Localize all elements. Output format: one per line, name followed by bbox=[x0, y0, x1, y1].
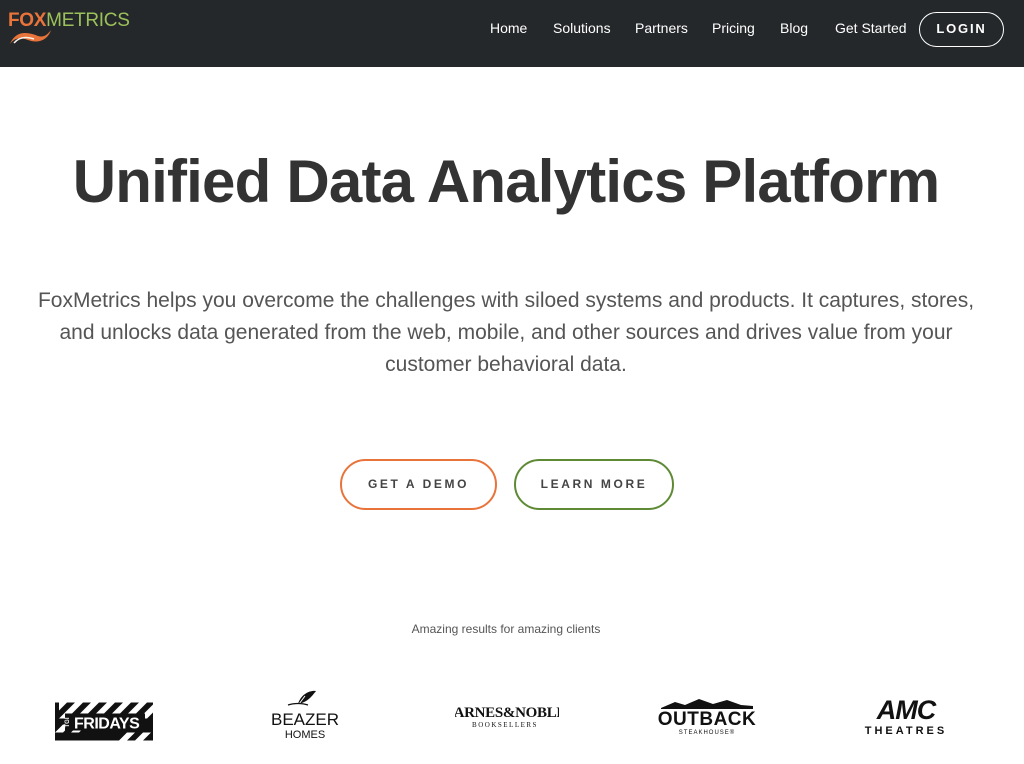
amc-sub-text: THEATRES bbox=[865, 725, 947, 737]
nav-solutions-link[interactable]: Solutions bbox=[553, 20, 611, 37]
beazer-sub-text: HOMES bbox=[285, 729, 325, 741]
fridays-name-text: FRIDAYS bbox=[74, 716, 140, 733]
barnes-sub-text: BOOKSELLERS bbox=[472, 721, 538, 729]
hero-title: Unified Data Analytics Platform bbox=[72, 148, 940, 215]
client-logo-amc-theatres: AMC THEATRES bbox=[865, 695, 947, 737]
client-logo-beazer-homes: BEAZER HOMES bbox=[271, 690, 339, 741]
fridays-small-text: TGI bbox=[65, 717, 71, 727]
nav-partners-link[interactable]: Partners bbox=[635, 20, 688, 37]
amc-name-text: AMC bbox=[876, 695, 937, 725]
nav-home-link[interactable]: Home bbox=[490, 20, 527, 37]
barnes-name-text: BARNES&NOBLE bbox=[455, 705, 559, 721]
fox-tail-icon bbox=[10, 30, 51, 44]
client-logo-tgi-fridays: TGI FRIDAYS bbox=[55, 702, 153, 741]
login-button[interactable]: LOGIN bbox=[919, 12, 1004, 47]
nav-get-started-link[interactable]: Get Started bbox=[835, 20, 907, 37]
clients-caption: Amazing results for amazing clients bbox=[411, 622, 601, 636]
get-demo-button[interactable]: GET A DEMO bbox=[340, 459, 497, 510]
top-navbar: FOXMETRICS Home Solutions Partners Prici… bbox=[0, 0, 1024, 67]
client-logo-barnes-noble: BARNES&NOBLE BOOKSELLERS bbox=[455, 705, 559, 729]
outback-name-text: OUTBACK bbox=[658, 709, 757, 730]
hero-description: FoxMetrics helps you overcome the challe… bbox=[37, 289, 975, 376]
client-logo-outback: OUTBACK STEAKHOUSE® bbox=[658, 699, 757, 736]
outback-sub-text: STEAKHOUSE® bbox=[679, 729, 735, 736]
foxmetrics-logo[interactable]: FOXMETRICS bbox=[8, 10, 130, 46]
learn-more-button[interactable]: LEARN MORE bbox=[514, 459, 674, 510]
nav-pricing-link[interactable]: Pricing bbox=[712, 20, 755, 37]
beazer-name-text: BEAZER bbox=[271, 710, 339, 729]
nav-blog-link[interactable]: Blog bbox=[780, 20, 808, 37]
logo-metrics-text: METRICS bbox=[46, 10, 130, 31]
